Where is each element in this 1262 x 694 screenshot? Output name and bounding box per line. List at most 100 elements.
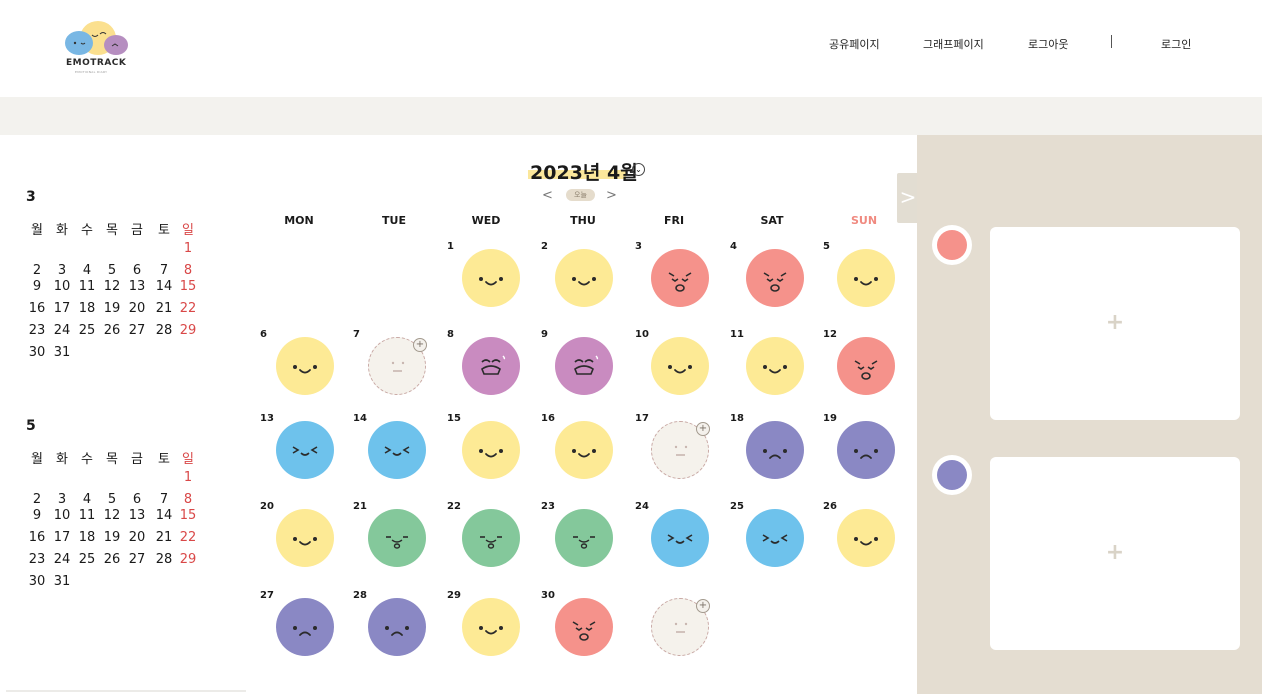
- mini-day[interactable]: 29: [177, 552, 199, 567]
- mini-day[interactable]: 11: [76, 508, 98, 523]
- today-button[interactable]: 오늘: [566, 189, 595, 201]
- mini-day[interactable]: 27: [126, 323, 148, 338]
- mood-face-excited[interactable]: [368, 421, 426, 479]
- mini-day[interactable]: 5: [101, 492, 123, 507]
- mini-day[interactable]: 19: [101, 301, 123, 316]
- diary-entry-card[interactable]: +: [990, 457, 1240, 650]
- diary-entry-card[interactable]: +: [990, 227, 1240, 420]
- mini-day[interactable]: 29: [177, 323, 199, 338]
- mini-day[interactable]: 13: [126, 508, 148, 523]
- mini-day[interactable]: 28: [153, 552, 175, 567]
- mini-day[interactable]: 8: [177, 263, 199, 278]
- mood-face-gloomy[interactable]: [368, 598, 426, 656]
- mini-day[interactable]: 20: [126, 301, 148, 316]
- mood-face-happy[interactable]: [276, 509, 334, 567]
- mini-day[interactable]: 19: [101, 530, 123, 545]
- mini-day[interactable]: 1: [177, 241, 199, 256]
- mini-day[interactable]: 18: [76, 301, 98, 316]
- nav-login[interactable]: 로그인: [1161, 36, 1191, 52]
- mini-day[interactable]: 17: [51, 301, 73, 316]
- panel-toggle-button[interactable]: >: [897, 173, 919, 223]
- mood-face-tired[interactable]: [555, 509, 613, 567]
- nav-share-page[interactable]: 공유페이지: [829, 36, 880, 52]
- add-mood-icon[interactable]: +: [696, 599, 710, 613]
- mood-face-happy[interactable]: [837, 249, 895, 307]
- mini-day[interactable]: 25: [76, 552, 98, 567]
- mood-face-sad[interactable]: [555, 337, 613, 395]
- mood-face-happy[interactable]: [837, 509, 895, 567]
- mini-day[interactable]: 12: [101, 508, 123, 523]
- mini-day[interactable]: 7: [153, 263, 175, 278]
- mini-day[interactable]: 24: [51, 323, 73, 338]
- mini-day[interactable]: 8: [177, 492, 199, 507]
- mini-day[interactable]: 9: [26, 508, 48, 523]
- mood-face-none[interactable]: +: [651, 421, 710, 479]
- mini-day[interactable]: 13: [126, 279, 148, 294]
- mini-day[interactable]: 4: [76, 492, 98, 507]
- mood-face-none[interactable]: +: [368, 337, 427, 395]
- prev-month-button[interactable]: <: [542, 188, 553, 203]
- mini-day[interactable]: 14: [153, 279, 175, 294]
- add-entry-icon[interactable]: +: [990, 310, 1240, 335]
- mood-face-gloomy[interactable]: [837, 421, 895, 479]
- next-month-button[interactable]: >: [606, 188, 617, 203]
- mood-face-happy[interactable]: [462, 249, 520, 307]
- mood-face-excited[interactable]: [651, 509, 709, 567]
- mini-day[interactable]: 3: [51, 492, 73, 507]
- mini-day[interactable]: 28: [153, 323, 175, 338]
- mood-face-excited[interactable]: [276, 421, 334, 479]
- mini-day[interactable]: 16: [26, 530, 48, 545]
- mood-face-none[interactable]: +: [651, 598, 710, 656]
- mini-day[interactable]: 30: [26, 574, 48, 589]
- mood-face-angry[interactable]: [555, 598, 613, 656]
- mini-day[interactable]: 25: [76, 323, 98, 338]
- mood-face-angry[interactable]: [837, 337, 895, 395]
- mini-day[interactable]: 31: [51, 574, 73, 589]
- mini-day[interactable]: 26: [101, 323, 123, 338]
- mood-face-angry[interactable]: [746, 249, 804, 307]
- mini-day[interactable]: 7: [153, 492, 175, 507]
- mood-face-happy[interactable]: [746, 337, 804, 395]
- mood-face-happy[interactable]: [651, 337, 709, 395]
- mini-day[interactable]: 20: [126, 530, 148, 545]
- mini-day[interactable]: 14: [153, 508, 175, 523]
- mini-day[interactable]: 15: [177, 508, 199, 523]
- mini-day[interactable]: 16: [26, 301, 48, 316]
- mini-day[interactable]: 3: [51, 263, 73, 278]
- mini-day[interactable]: 6: [126, 492, 148, 507]
- mood-face-angry[interactable]: [651, 249, 709, 307]
- mini-day[interactable]: 6: [126, 263, 148, 278]
- mini-day[interactable]: 9: [26, 279, 48, 294]
- mini-day[interactable]: 21: [153, 530, 175, 545]
- mini-day[interactable]: 12: [101, 279, 123, 294]
- mood-face-happy[interactable]: [462, 421, 520, 479]
- mini-day[interactable]: 26: [101, 552, 123, 567]
- chevron-down-icon[interactable]: ⌄: [632, 163, 645, 176]
- mini-day[interactable]: 18: [76, 530, 98, 545]
- mini-day[interactable]: 15: [177, 279, 199, 294]
- mini-day[interactable]: 24: [51, 552, 73, 567]
- mini-day[interactable]: 1: [177, 470, 199, 485]
- mood-face-gloomy[interactable]: [276, 598, 334, 656]
- add-mood-icon[interactable]: +: [696, 422, 710, 436]
- mood-face-gloomy[interactable]: [746, 421, 804, 479]
- mini-day[interactable]: 2: [26, 263, 48, 278]
- mood-face-happy[interactable]: [555, 249, 613, 307]
- mini-day[interactable]: 22: [177, 301, 199, 316]
- mini-day[interactable]: 30: [26, 345, 48, 360]
- mini-day[interactable]: 17: [51, 530, 73, 545]
- mini-day[interactable]: 4: [76, 263, 98, 278]
- mini-day[interactable]: 10: [51, 279, 73, 294]
- mood-face-happy[interactable]: [462, 598, 520, 656]
- nav-logout[interactable]: 로그아웃: [1028, 36, 1068, 52]
- mood-face-tired[interactable]: [462, 509, 520, 567]
- mini-day[interactable]: 23: [26, 323, 48, 338]
- mini-day[interactable]: 5: [101, 263, 123, 278]
- mini-day[interactable]: 31: [51, 345, 73, 360]
- nav-graph-page[interactable]: 그래프페이지: [923, 36, 984, 52]
- mood-face-happy[interactable]: [555, 421, 613, 479]
- mood-face-sad[interactable]: [462, 337, 520, 395]
- mini-day[interactable]: 23: [26, 552, 48, 567]
- mini-day[interactable]: 27: [126, 552, 148, 567]
- mood-face-tired[interactable]: [368, 509, 426, 567]
